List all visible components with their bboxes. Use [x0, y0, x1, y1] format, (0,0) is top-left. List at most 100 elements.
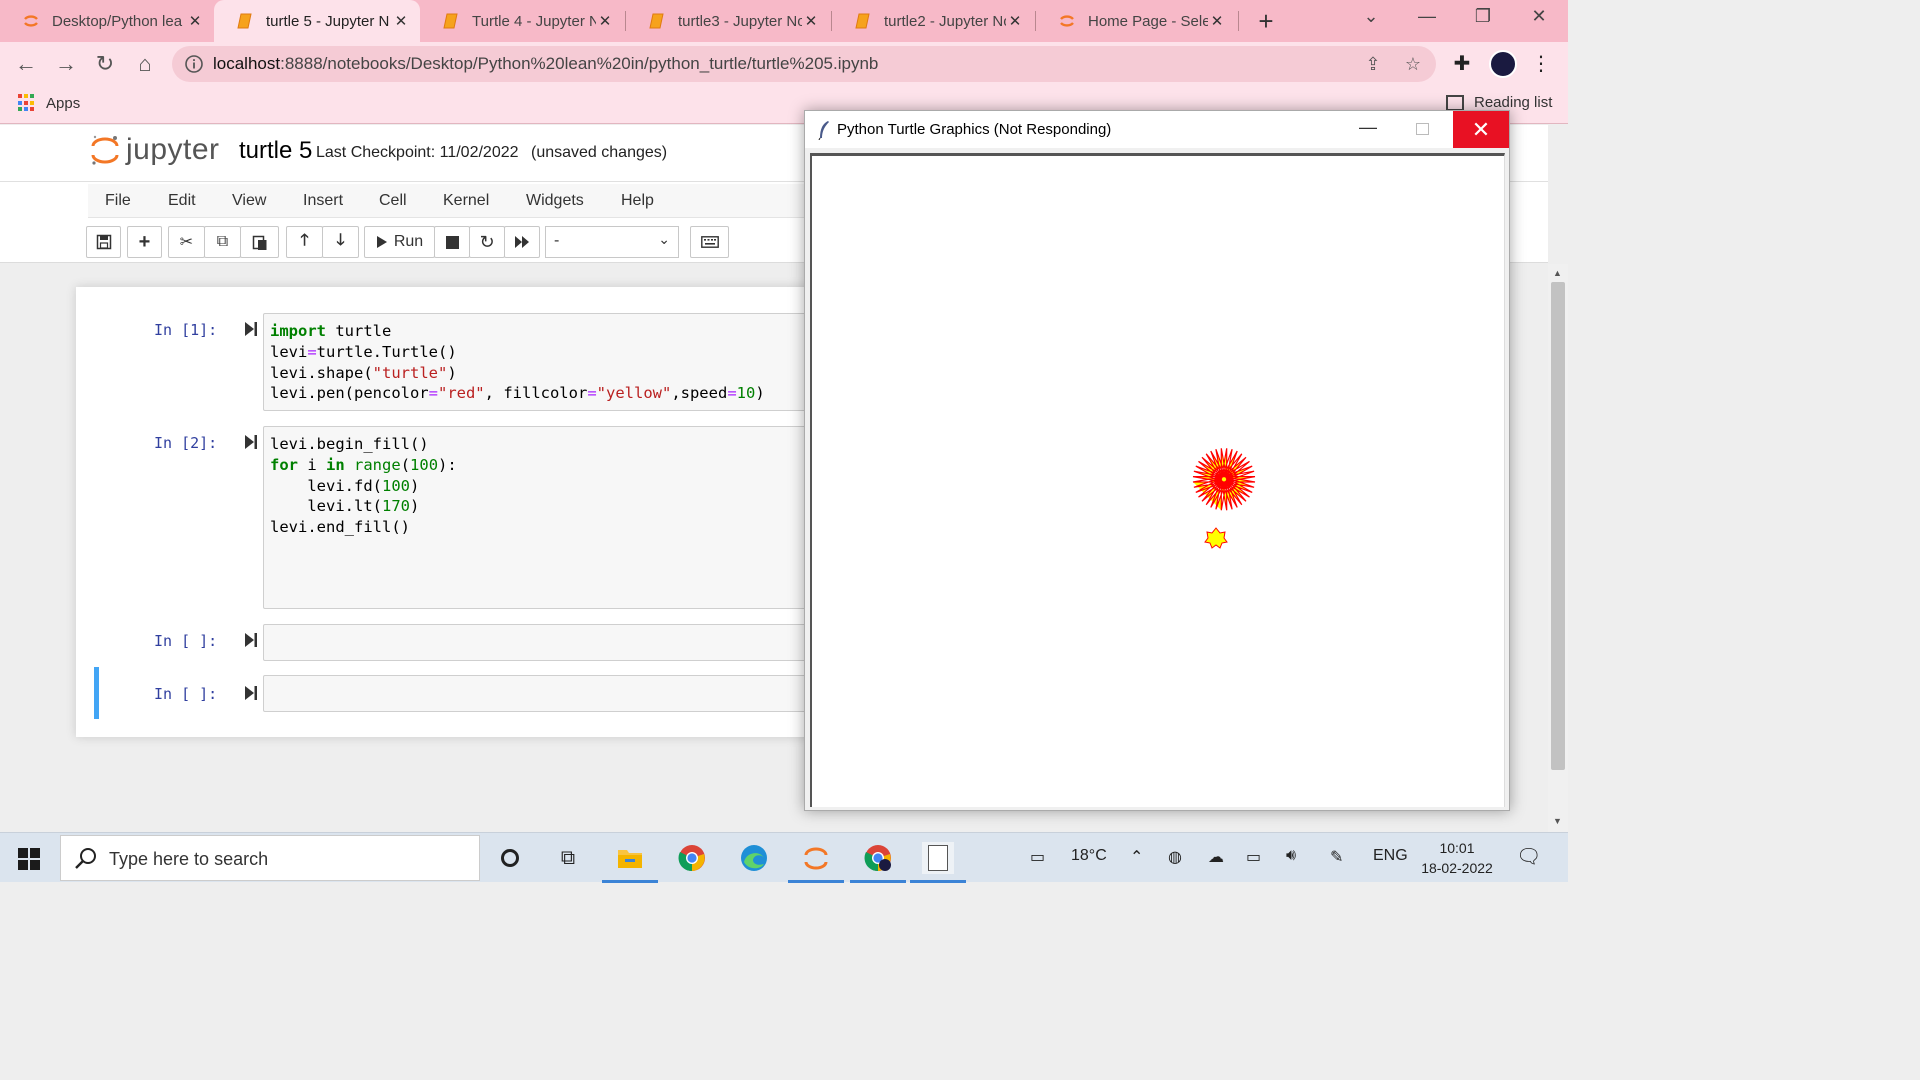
tab-home-page[interactable]: Home Page - Select ✕ [1036, 0, 1236, 42]
restart-run-all-button[interactable] [504, 226, 540, 258]
tab-desktop-python[interactable]: Desktop/Python lea ✕ [0, 0, 214, 42]
windows-start-icon[interactable] [18, 848, 40, 870]
insert-cell-button[interactable]: + [127, 226, 162, 258]
code-editor[interactable] [263, 675, 823, 712]
share-icon[interactable]: ⇪ [1362, 54, 1384, 76]
network-globe-icon[interactable]: ◍ [1168, 847, 1182, 867]
turtle-graphics-window[interactable]: Python Turtle Graphics (Not Responding) … [804, 110, 1510, 811]
code-editor[interactable] [263, 624, 823, 661]
move-down-button[interactable]: 🡓 [322, 226, 359, 258]
code-cell-selected[interactable]: In [ ]: [94, 667, 823, 719]
jupyter-taskbar-icon[interactable] [788, 842, 844, 883]
code-cell[interactable]: In [1]: import turtle levi=turtle.Turtle… [94, 313, 823, 411]
cut-button[interactable]: ✂ [168, 226, 205, 258]
profile-avatar[interactable] [1489, 50, 1517, 78]
address-bar[interactable]: localhost:8888/notebooks/Desktop/Python%… [172, 46, 1436, 82]
restore-icon[interactable]: ❐ [1468, 6, 1498, 27]
tab-turtle5[interactable]: turtle 5 - Jupyter N ✕ [214, 0, 420, 42]
code-editor[interactable]: import turtle levi=turtle.Turtle() levi.… [263, 313, 823, 411]
paste-button[interactable] [240, 226, 279, 258]
menu-kernel[interactable]: Kernel [443, 192, 489, 210]
code-editor[interactable]: levi.begin_fill() for i in range(100): l… [263, 426, 823, 609]
code-line: levi.fd(100) [270, 476, 420, 495]
bookmark-star-icon[interactable]: ☆ [1402, 54, 1424, 76]
python-window-icon[interactable] [910, 842, 966, 883]
chrome-profile-icon[interactable] [850, 842, 906, 883]
menu-view[interactable]: View [232, 192, 266, 210]
menu-edit[interactable]: Edit [168, 192, 196, 210]
run-cell-icon[interactable] [244, 685, 258, 701]
scroll-down-icon[interactable]: ▼ [1553, 816, 1562, 826]
task-view-icon[interactable]: ⧉ [552, 842, 584, 874]
minimize-icon[interactable]: — [1353, 117, 1383, 138]
close-tab-icon[interactable]: ✕ [802, 12, 820, 30]
code-cell[interactable]: In [ ]: [94, 624, 823, 661]
jupyter-logo[interactable]: jupyter [90, 133, 220, 167]
reading-list-button[interactable]: Reading list [1446, 94, 1552, 111]
notebook-name[interactable]: turtle 5 [239, 137, 312, 165]
show-hidden-icons-icon[interactable]: ⌃ [1130, 847, 1143, 867]
new-tab-button[interactable]: + [1254, 7, 1278, 35]
minimize-icon[interactable]: — [1412, 6, 1442, 27]
info-icon[interactable] [184, 54, 204, 74]
forward-arrow-icon[interactable]: → [52, 50, 80, 78]
menu-widgets[interactable]: Widgets [526, 192, 584, 210]
selected-cell-indicator [94, 667, 99, 719]
tab-turtle4[interactable]: Turtle 4 - Jupyter N ✕ [420, 0, 624, 42]
file-explorer-icon[interactable] [602, 842, 658, 883]
tab-turtle2[interactable]: turtle2 - Jupyter No ✕ [832, 0, 1034, 42]
run-button[interactable]: Run [364, 226, 435, 258]
close-tab-icon[interactable]: ✕ [1006, 12, 1024, 30]
close-tab-icon[interactable]: ✕ [596, 12, 614, 30]
interrupt-button[interactable] [434, 226, 470, 258]
run-cell-icon[interactable] [244, 434, 258, 450]
copy-button[interactable]: ⧉ [204, 226, 241, 258]
pen-icon[interactable]: ✎ [1330, 847, 1343, 867]
save-button[interactable] [86, 226, 121, 258]
reload-icon[interactable]: ↻ [91, 50, 119, 78]
close-tab-icon[interactable]: ✕ [186, 12, 204, 30]
menu-insert[interactable]: Insert [303, 192, 343, 210]
weather-icon[interactable]: ▭ [1030, 847, 1045, 867]
page-scrollbar[interactable]: ▲ ▼ [1548, 264, 1568, 832]
turtle-canvas[interactable] [810, 153, 1505, 807]
system-clock[interactable]: 10:01 18-02-2022 [1418, 838, 1496, 878]
more-menu-icon[interactable]: ⋮ [1527, 50, 1555, 78]
back-arrow-icon[interactable]: ← [12, 50, 40, 78]
restart-kernel-button[interactable]: ↻ [469, 226, 505, 258]
command-palette-button[interactable] [690, 226, 729, 258]
maximize-icon[interactable] [1416, 123, 1429, 135]
move-up-button[interactable]: 🡑 [286, 226, 323, 258]
weather-temperature[interactable]: 18°C [1071, 847, 1107, 865]
close-icon[interactable]: ✕ [1453, 111, 1509, 148]
menu-file[interactable]: File [105, 192, 131, 210]
close-tab-icon[interactable]: ✕ [1208, 12, 1226, 30]
close-window-icon[interactable]: ✕ [1524, 6, 1554, 27]
code-line: levi.end_fill() [270, 518, 410, 537]
battery-icon[interactable]: ▭ [1246, 847, 1261, 867]
notifications-icon[interactable]: 🗨︎ [1516, 844, 1541, 869]
extensions-puzzle-icon[interactable]: ✚ [1448, 50, 1476, 78]
run-cell-icon[interactable] [244, 632, 258, 648]
cortana-icon[interactable] [494, 842, 526, 874]
run-cell-icon[interactable] [244, 321, 258, 337]
taskbar-search[interactable]: Type here to search [60, 835, 480, 881]
apps-shortcut[interactable]: Apps [18, 94, 80, 112]
cell-type-select[interactable]: - ⌄ [545, 226, 679, 258]
edge-icon[interactable] [738, 842, 770, 874]
input-language[interactable]: ENG [1373, 847, 1408, 865]
scrollbar-thumb[interactable] [1551, 282, 1565, 770]
tab-turtle3[interactable]: turtle3 - Jupyter No ✕ [626, 0, 830, 42]
chrome-icon[interactable] [676, 842, 708, 874]
home-icon[interactable]: ⌂ [131, 50, 159, 78]
keyboard-icon [700, 236, 719, 248]
window-titlebar[interactable]: Python Turtle Graphics (Not Responding) … [805, 111, 1509, 148]
volume-icon[interactable]: 🔊︎ [1286, 847, 1296, 865]
tab-search-chevron-icon[interactable]: ⌄ [1356, 6, 1386, 27]
onedrive-cloud-icon[interactable]: ☁ [1208, 847, 1224, 867]
scroll-up-icon[interactable]: ▲ [1553, 268, 1562, 278]
close-tab-icon[interactable]: ✕ [392, 12, 410, 30]
code-cell[interactable]: In [2]: levi.begin_fill() for i in range… [94, 426, 823, 609]
menu-cell[interactable]: Cell [379, 192, 407, 210]
menu-help[interactable]: Help [621, 192, 654, 210]
